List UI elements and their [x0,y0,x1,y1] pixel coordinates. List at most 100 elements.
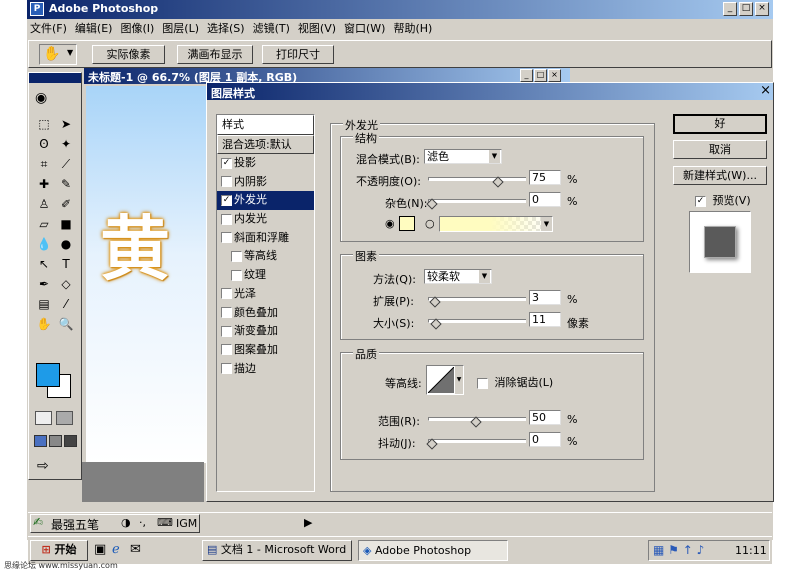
history-brush-icon[interactable]: ✐ [55,195,77,213]
menu-layer[interactable]: 图层(L) [162,20,199,38]
print-size-button[interactable]: 打印尺寸 [262,45,334,64]
effect-checkbox[interactable] [221,344,232,356]
noise-slider[interactable] [426,198,526,210]
effect-checkbox[interactable]: ✓ [221,157,232,169]
effect-item[interactable]: 内阴影 [217,173,314,192]
task-word[interactable]: ▤ 文档 1 - Microsoft Word [202,540,352,561]
effect-checkbox[interactable] [221,232,232,244]
opacity-slider[interactable] [428,176,526,188]
menu-view[interactable]: 视图(V) [298,20,336,38]
play-icon[interactable]: ▶ [304,516,312,529]
spread-input[interactable]: 3 [529,290,561,305]
color-radio[interactable]: ◉ [385,217,395,230]
stamp-tool-icon[interactable]: ♙ [33,195,55,213]
styles-header[interactable]: 样式 [217,115,314,135]
doc-minimize-button[interactable]: _ [520,69,533,82]
effect-checkbox[interactable]: ✓ [221,194,232,206]
noise-input[interactable]: 0 [529,192,561,207]
fit-screen-button[interactable]: 满画布显示 [177,45,253,64]
zoom-tool-icon[interactable]: 🔍 [55,315,77,333]
glow-gradient-picker[interactable]: ▼ [439,216,553,232]
effect-checkbox[interactable] [221,363,232,375]
spread-slider[interactable] [428,296,526,308]
preview-checkbox[interactable]: ✓ [695,195,706,207]
antialias-checkbox[interactable] [477,377,488,389]
glow-color-swatch[interactable] [399,216,415,231]
doc-close-button[interactable]: × [548,69,561,82]
screen-mode-icons[interactable] [34,435,78,449]
effect-item[interactable]: 光泽 [217,285,314,304]
effect-item[interactable]: 渐变叠加 [217,322,314,341]
cancel-button[interactable]: 取消 [673,140,767,159]
jitter-slider[interactable] [426,438,526,450]
crop-tool-icon[interactable]: ⌗ [33,155,55,173]
menu-help[interactable]: 帮助(H) [393,20,432,38]
effect-item[interactable]: 等高线 [217,247,314,266]
jitter-input[interactable]: 0 [529,432,561,447]
blur-tool-icon[interactable]: 💧 [33,235,55,253]
menu-select[interactable]: 选择(S) [207,20,245,38]
effect-item[interactable]: 颜色叠加 [217,304,314,323]
doc-maximize-button[interactable]: □ [534,69,547,82]
size-slider[interactable] [428,318,526,330]
show-desktop-icon[interactable]: ▣ [94,542,106,557]
pen-tool-icon[interactable]: ✒ [33,275,55,293]
quick-mask-mode-icon[interactable] [56,411,73,425]
tray-icons[interactable]: ▦ ⚑ ↑ ♪ [653,543,704,557]
effect-checkbox[interactable] [231,250,242,262]
effect-checkbox[interactable] [221,176,232,188]
eyedropper-icon[interactable]: ⁄ [55,295,77,313]
effect-item[interactable]: 斜面和浮雕 [217,229,314,248]
range-input[interactable]: 50 [529,410,561,425]
contour-picker[interactable]: ▼ [426,365,464,395]
actual-pixels-button[interactable]: 实际像素 [92,45,165,64]
hand-tool-icon[interactable]: ✋ [33,315,55,333]
document-canvas[interactable]: 黄 [86,86,206,463]
menu-filter[interactable]: 滤镜(T) [253,20,290,38]
blend-mode-select[interactable]: 滤色 ▼ [424,149,502,164]
quick-mask-standard-icon[interactable] [35,411,52,425]
menu-file[interactable]: 文件(F) [30,20,67,38]
dodge-tool-icon[interactable]: ● [55,235,77,253]
path-select-icon[interactable]: ↖ [33,255,55,273]
range-slider[interactable] [428,416,526,428]
size-input[interactable]: 11 [529,312,561,327]
gradient-tool-icon[interactable]: ■ [55,215,77,233]
outlook-icon[interactable]: ✉ [130,542,141,557]
gradient-radio[interactable]: ○ [425,217,435,230]
minimize-button[interactable]: _ [723,2,737,16]
opacity-input[interactable]: 75 [529,170,561,185]
new-style-button[interactable]: 新建样式(W)... [673,166,767,185]
eraser-tool-icon[interactable]: ▱ [33,215,55,233]
foreground-color-swatch-top[interactable] [36,363,60,387]
lasso-tool-icon[interactable]: ʘ [33,135,55,153]
effect-item[interactable]: ✓ 投影 [217,154,314,173]
hand-tool-preset[interactable]: ✋ ▼ [39,44,77,65]
effect-checkbox[interactable] [221,325,232,337]
blend-options-item[interactable]: 混合选项:默认 [217,135,314,154]
brush-tool-icon[interactable]: ✎ [55,175,77,193]
effect-item[interactable]: 纹理 [217,266,314,285]
ime-toolbar[interactable]: ✍ 最强五笔 ◑ ·, ⌨ [30,514,200,533]
marquee-tool-icon[interactable]: ⬚ [33,115,55,133]
effect-checkbox[interactable] [221,213,232,225]
menu-image[interactable]: 图像(I) [120,20,154,38]
effect-item[interactable]: 描边 [217,360,314,379]
photoshop-eye-logo[interactable]: ◉ [31,86,79,110]
technique-select[interactable]: 较柔软 ▼ [424,269,492,284]
type-tool-icon[interactable]: T [55,255,77,273]
effect-checkbox[interactable] [221,288,232,300]
magic-wand-icon[interactable]: ✦ [55,135,77,153]
effect-checkbox[interactable] [221,307,232,318]
healing-brush-icon[interactable]: ✚ [33,175,55,193]
slice-tool-icon[interactable]: ⟋ [55,155,77,173]
menu-edit[interactable]: 编辑(E) [75,20,113,38]
move-tool-icon[interactable]: ➤ [55,115,77,133]
maximize-button[interactable]: □ [739,2,753,16]
ie-icon[interactable]: ℯ [112,542,120,557]
ok-button[interactable]: 好 [673,114,767,134]
notes-tool-icon[interactable]: ▤ [33,295,55,313]
start-button[interactable]: ⊞ 开始 [30,540,88,561]
close-button[interactable]: × [755,2,769,16]
effect-item[interactable]: 内发光 [217,210,314,229]
